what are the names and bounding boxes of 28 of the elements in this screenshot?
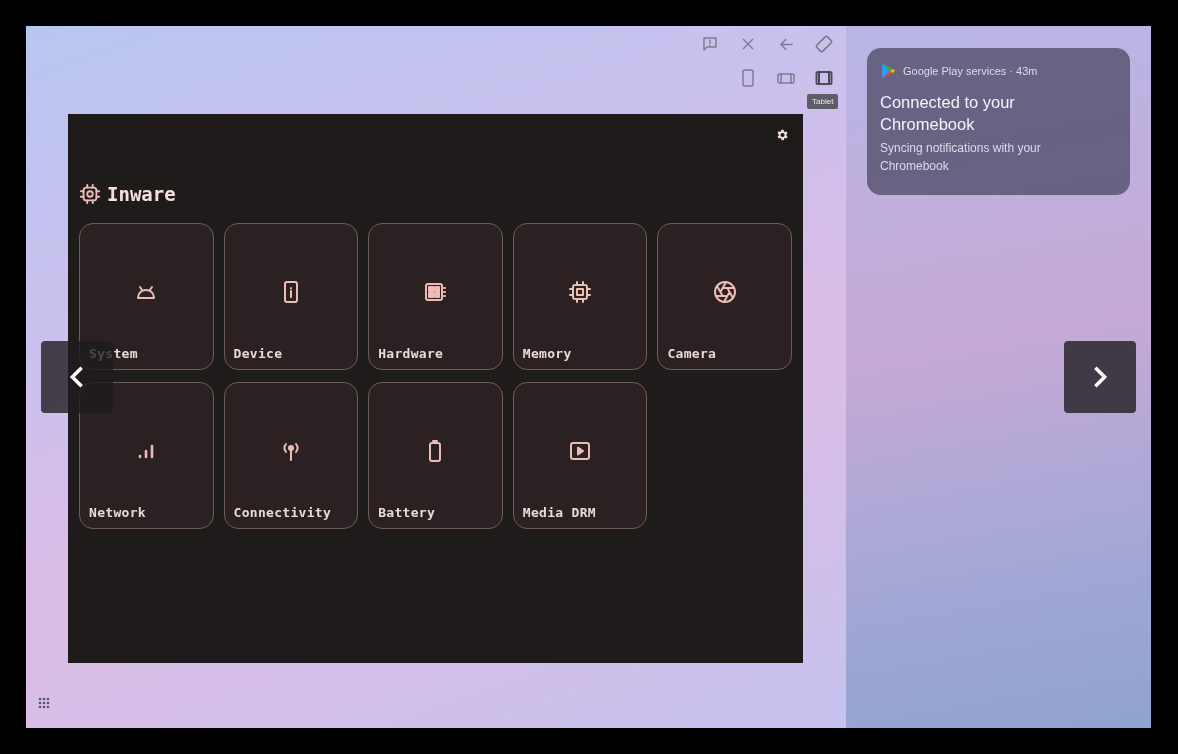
category-tile[interactable]: Connectivity: [223, 382, 359, 529]
phone-icon: [741, 69, 755, 87]
notification-source: Google Play services · 43m: [903, 64, 1038, 77]
next-button[interactable]: [1064, 341, 1136, 413]
category-tile[interactable]: Device: [223, 223, 359, 370]
settings-icon[interactable]: [775, 128, 789, 142]
category-tile[interactable]: Camera: [657, 223, 792, 370]
chip-icon: [568, 280, 593, 304]
category-tile[interactable]: Memory: [512, 223, 648, 370]
category-tile[interactable]: Hardware: [368, 223, 503, 370]
rotate-icon: [814, 34, 834, 54]
launcher-icon[interactable]: [38, 697, 50, 709]
landscape-icon: [777, 71, 795, 85]
notification-body: Syncing notifications with your Chromebook: [880, 140, 1042, 175]
feedback-icon: [701, 35, 719, 53]
chip-icon: [79, 183, 101, 205]
close-icon: [740, 36, 756, 52]
category-tile[interactable]: Battery: [368, 382, 503, 529]
tooltip: Tablet: [807, 94, 839, 109]
notification-title: Connected to your Chromebook: [880, 92, 1016, 135]
board-icon: [423, 280, 448, 304]
app-title: Inware: [107, 183, 176, 205]
play-icon: [568, 439, 593, 463]
tablet-icon: [815, 70, 833, 86]
aperture-icon: [712, 280, 737, 304]
play-store-icon: [880, 62, 896, 79]
category-tile[interactable]: Media DRM: [512, 382, 648, 529]
category-tile[interactable]: Network: [79, 382, 214, 529]
